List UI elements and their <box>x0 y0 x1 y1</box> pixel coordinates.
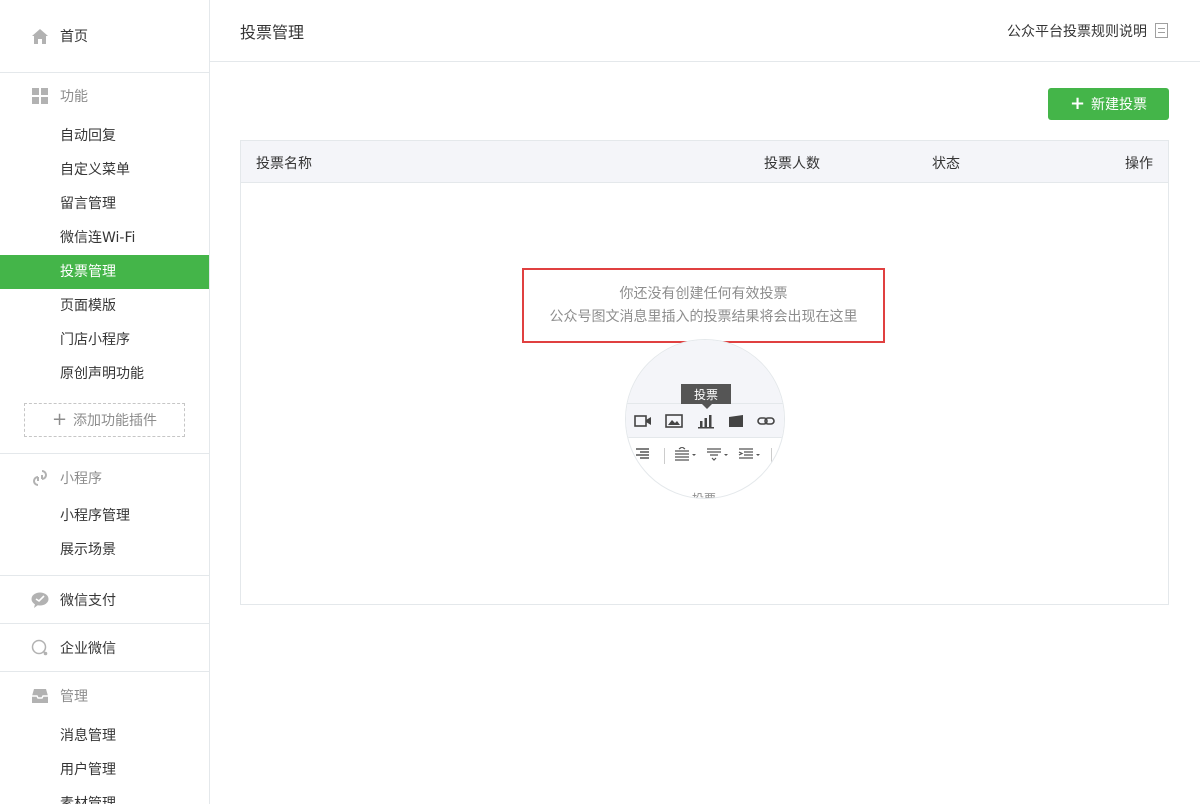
illustration-cut-text: 投票 <box>692 492 717 499</box>
illustration-format-toolbar <box>626 442 784 470</box>
sidebar-item-users[interactable]: 用户管理 <box>0 753 209 787</box>
column-header-actions: 操作 <box>1125 156 1153 172</box>
sidebar-item-label: 企业微信 <box>60 640 116 657</box>
sidebar-group-manage: 管理 <box>0 672 209 719</box>
link-icon <box>30 468 50 488</box>
sidebar-item-comments[interactable]: 留言管理 <box>0 187 209 221</box>
sidebar-group-label: 管理 <box>60 688 88 705</box>
sidebar-item-page-templates[interactable]: 页面模版 <box>0 289 209 323</box>
image-icon <box>665 414 683 428</box>
sidebar-item-store-miniprogram[interactable]: 门店小程序 <box>0 323 209 357</box>
sidebar-section-miniprogram: 小程序 小程序管理 展示场景 <box>0 454 209 576</box>
plus-icon: + <box>1069 93 1086 114</box>
new-vote-label: 新建投票 <box>1091 97 1148 113</box>
inbox-icon <box>30 686 50 706</box>
votes-table: 投票名称 投票人数 状态 操作 你还没有创建任何有效投票 公众号图文消息里插入的… <box>240 140 1169 605</box>
empty-state-illustration: 投票 投票 <box>625 339 785 499</box>
link-icon <box>757 417 775 425</box>
wecom-icon <box>30 638 50 658</box>
sidebar-section-pay: 微信支付 <box>0 576 209 624</box>
column-header-status: 状态 <box>932 156 960 172</box>
add-plugin-button[interactable]: + 添加功能插件 <box>24 403 185 437</box>
toolbar-separator <box>771 448 772 464</box>
table-header: 投票名称 投票人数 状态 操作 <box>241 141 1168 183</box>
paragraph-spacing-icon <box>707 448 728 461</box>
grid-icon <box>30 86 50 106</box>
sidebar-item-wifi[interactable]: 微信连Wi-Fi <box>0 221 209 255</box>
line-spacing-icon <box>675 447 696 461</box>
column-header-count: 投票人数 <box>764 156 820 172</box>
sidebar-section-home: 首页 <box>0 0 209 73</box>
empty-state-message: 你还没有创建任何有效投票 公众号图文消息里插入的投票结果将会出现在这里 <box>522 268 885 343</box>
sidebar-item-custom-menu[interactable]: 自定义菜单 <box>0 153 209 187</box>
align-right-icon <box>636 448 649 459</box>
card-icon <box>729 415 743 427</box>
wechat-pay-icon <box>30 590 50 610</box>
sidebar-section-wecom: 企业微信 <box>0 624 209 672</box>
sidebar-item-miniprogram-manage[interactable]: 小程序管理 <box>0 499 209 533</box>
plus-icon: + <box>51 409 68 430</box>
sidebar-item-auto-reply[interactable]: 自动回复 <box>0 119 209 153</box>
sidebar-group-label: 功能 <box>60 89 88 105</box>
empty-state-line2: 公众号图文消息里插入的投票结果将会出现在这里 <box>549 308 858 325</box>
sidebar-item-original-declaration[interactable]: 原创声明功能 <box>0 357 209 391</box>
sidebar-item-label: 首页 <box>60 29 88 45</box>
add-plugin-label: 添加功能插件 <box>73 413 158 429</box>
sidebar-group-miniprogram: 小程序 <box>0 454 209 499</box>
column-header-name: 投票名称 <box>256 156 312 172</box>
indent-icon <box>738 448 760 459</box>
sidebar-item-label: 微信支付 <box>60 592 116 609</box>
rules-link[interactable]: 公众平台投票规则说明 <box>1007 21 1168 41</box>
sidebar-item-materials[interactable]: 素材管理 <box>0 787 209 804</box>
sidebar-item-votes[interactable]: 投票管理 <box>0 255 209 289</box>
sidebar-item-wechat-pay[interactable]: 微信支付 <box>0 576 209 623</box>
sidebar-item-wecom[interactable]: 企业微信 <box>0 624 209 671</box>
home-icon <box>30 26 50 46</box>
document-icon <box>1155 23 1168 38</box>
sidebar-item-home[interactable]: 首页 <box>0 0 209 72</box>
sidebar-section-manage: 管理 消息管理 用户管理 素材管理 <box>0 672 209 804</box>
sidebar-item-messages[interactable]: 消息管理 <box>0 719 209 753</box>
main-content: 投票管理 公众平台投票规则说明 + 新建投票 投票名称 投票人数 状态 操作 你… <box>210 0 1200 804</box>
page-title: 投票管理 <box>240 22 305 42</box>
video-icon <box>634 415 651 427</box>
sidebar-group-features: 功能 <box>0 73 209 119</box>
sidebar-item-display-scenes[interactable]: 展示场景 <box>0 533 209 567</box>
new-vote-button[interactable]: + 新建投票 <box>1048 88 1169 120</box>
sidebar: 首页 功能 自动回复 自定义菜单 留言管理 微信连Wi-Fi 投票管理 页面模版… <box>0 0 210 804</box>
bar-chart-icon <box>698 415 714 429</box>
page-header: 投票管理 公众平台投票规则说明 <box>210 0 1200 62</box>
toolbar-separator <box>664 448 665 464</box>
sidebar-section-features: 功能 自动回复 自定义菜单 留言管理 微信连Wi-Fi 投票管理 页面模版 门店… <box>0 72 209 454</box>
empty-state-line1: 你还没有创建任何有效投票 <box>619 285 788 302</box>
rules-link-label: 公众平台投票规则说明 <box>1007 23 1147 40</box>
sidebar-group-label: 小程序 <box>60 471 102 487</box>
illustration-tooltip: 投票 <box>681 384 731 409</box>
